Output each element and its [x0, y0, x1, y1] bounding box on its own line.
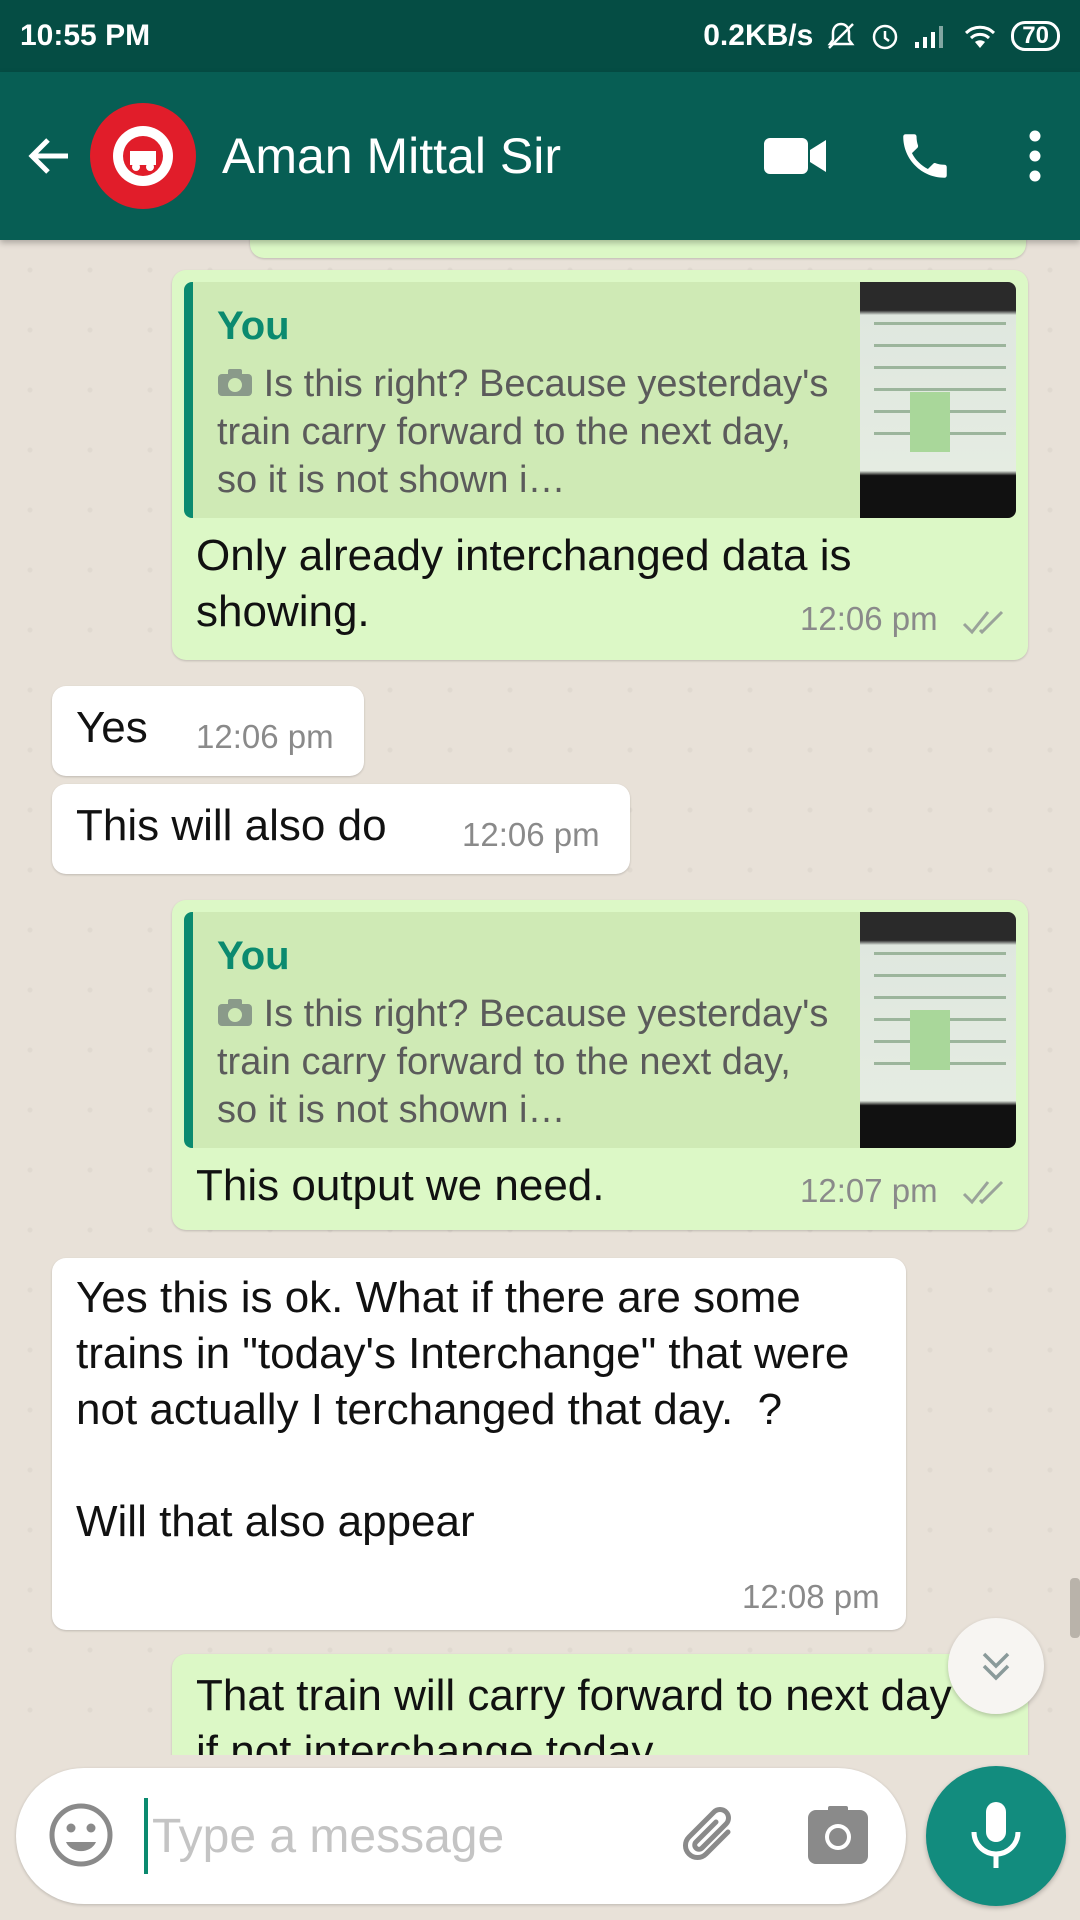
net-speed: 0.2KB/s	[703, 19, 814, 52]
chat-header: Aman Mittal Sir	[0, 72, 1080, 240]
mute-bell-icon	[827, 22, 855, 49]
mic-icon	[971, 1802, 1021, 1868]
battery-indicator: 70	[1011, 21, 1060, 51]
incoming-message-bubble[interactable]: This will also do 12:06 pm	[52, 784, 630, 874]
status-indicators: 0.2KB/s 70	[703, 19, 1060, 53]
message-text: This output we need.	[196, 1161, 605, 1210]
quote-author: You	[217, 934, 290, 978]
quote-author: You	[217, 304, 290, 348]
status-time: 10:55 PM	[20, 19, 151, 52]
message-composer	[16, 1768, 906, 1904]
alarm-icon	[873, 24, 898, 50]
message-text: Yes this is ok. What if there are some t…	[76, 1273, 850, 1546]
emoji-button[interactable]	[46, 1800, 116, 1875]
wifi-icon	[965, 25, 996, 48]
camera-icon	[218, 369, 252, 396]
quote-text: Is this right? Because yesterday's train…	[217, 363, 829, 501]
outgoing-message-bubble[interactable]: You Is this right? Because yesterday's t…	[172, 900, 1028, 1230]
attach-button[interactable]	[676, 1802, 746, 1877]
quoted-message[interactable]: You Is this right? Because yesterday's t…	[184, 912, 1016, 1148]
outgoing-message-bubble[interactable]: That train will carry forward to next da…	[172, 1654, 1028, 1755]
scrollbar[interactable]	[1070, 1578, 1080, 1638]
message-time: 12:08 pm	[742, 1578, 880, 1615]
outgoing-message-bubble[interactable]: You Is this right? Because yesterday's t…	[172, 270, 1028, 660]
message-time: 12:07 pm	[800, 1172, 938, 1209]
message-time: 12:06 pm	[462, 816, 600, 853]
incoming-message-bubble[interactable]: Yes this is ok. What if there are some t…	[52, 1258, 906, 1630]
double-tick-icon	[962, 610, 1004, 635]
video-call-button[interactable]	[730, 134, 860, 178]
camera-icon	[218, 999, 252, 1026]
message-time: 12:06 pm	[196, 718, 334, 755]
message-text: Yes	[76, 703, 148, 752]
scroll-to-bottom-button[interactable]	[948, 1618, 1044, 1714]
quote-text: Is this right? Because yesterday's train…	[217, 993, 829, 1131]
emoji-icon	[49, 1803, 113, 1867]
status-bar: 10:55 PM 0.2KB/s 70	[0, 0, 1080, 72]
attach-icon	[683, 1807, 731, 1860]
partial-message-bubble	[250, 240, 1026, 258]
back-arrow-icon	[28, 138, 68, 174]
message-time: 12:06 pm	[800, 600, 938, 637]
scroll-down-icon	[982, 1652, 1010, 1681]
phone-icon	[903, 134, 947, 178]
quote-thumbnail	[860, 912, 1016, 1148]
camera-button[interactable]	[806, 1804, 870, 1873]
more-icon	[1029, 130, 1041, 182]
back-button[interactable]	[10, 130, 90, 182]
railway-logo-icon	[113, 126, 173, 186]
avatar[interactable]	[90, 103, 196, 209]
video-call-icon	[764, 138, 826, 174]
message-text: That train will carry forward to next da…	[196, 1671, 952, 1755]
voice-call-button[interactable]	[860, 127, 990, 185]
double-tick-icon	[962, 1180, 1004, 1205]
contact-name[interactable]: Aman Mittal Sir	[222, 127, 730, 185]
quote-thumbnail	[860, 282, 1016, 518]
signal-icon	[915, 26, 944, 48]
incoming-message-bubble[interactable]: Yes 12:06 pm	[52, 686, 364, 776]
message-text: This will also do	[76, 801, 387, 850]
message-input[interactable]	[144, 1798, 664, 1874]
quoted-message[interactable]: You Is this right? Because yesterday's t…	[184, 282, 1016, 518]
camera-icon	[808, 1806, 868, 1864]
more-options-button[interactable]	[990, 130, 1080, 182]
message-list[interactable]: You Is this right? Because yesterday's t…	[0, 240, 1080, 1755]
voice-record-button[interactable]	[926, 1766, 1066, 1906]
